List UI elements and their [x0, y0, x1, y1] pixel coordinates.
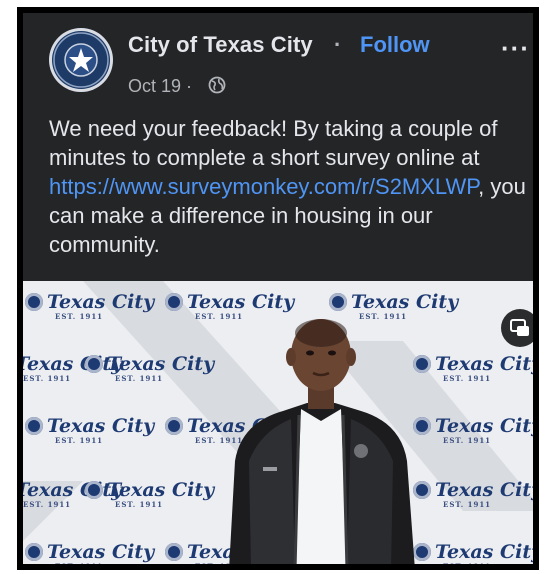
post-date[interactable]: Oct 19 · [128, 76, 192, 97]
backdrop-logo: Texas CityEST. 1911 [25, 415, 154, 445]
backdrop-logo: Texas CityEST. 1911 [85, 353, 214, 383]
page-avatar[interactable] [49, 28, 113, 92]
picture-in-picture-button[interactable] [501, 309, 533, 347]
backdrop-logo: Texas CityEST. 1911 [25, 541, 154, 564]
survey-link[interactable]: https://www.surveymonkey.com/r/S2MXLWP [49, 174, 478, 199]
header-separator: · [334, 32, 342, 57]
picture-in-picture-icon [510, 319, 529, 336]
page-name-link[interactable]: City of Texas City [128, 32, 313, 58]
backdrop-logo: Texas CityEST. 1911 [413, 415, 533, 445]
post-text-intro: We need your feedback! By taking a coupl… [49, 116, 498, 170]
more-options-button[interactable]: ··· [501, 35, 530, 61]
city-seal-logo [53, 32, 109, 88]
person-figure [229, 319, 415, 564]
globe-icon [208, 76, 226, 94]
backdrop-logo: Texas CityEST. 1911 [85, 479, 214, 509]
backdrop-logo: Texas CityEST. 1911 [25, 291, 154, 321]
backdrop-logo: Texas CityEST. 1911 [413, 479, 533, 509]
follow-button[interactable]: Follow [360, 32, 430, 58]
post-card: City of Texas City · Follow ··· Oct 19 ·… [17, 7, 539, 570]
post-media[interactable]: Texas City EST. 1911 Texas City EST. 1911 … [23, 281, 533, 564]
backdrop-logo: Texas CityEST. 1911 [413, 541, 533, 564]
post-message: We need your feedback! By taking a coupl… [49, 114, 533, 259]
backdrop-logo: Texas CityEST. 1911 [413, 353, 533, 383]
